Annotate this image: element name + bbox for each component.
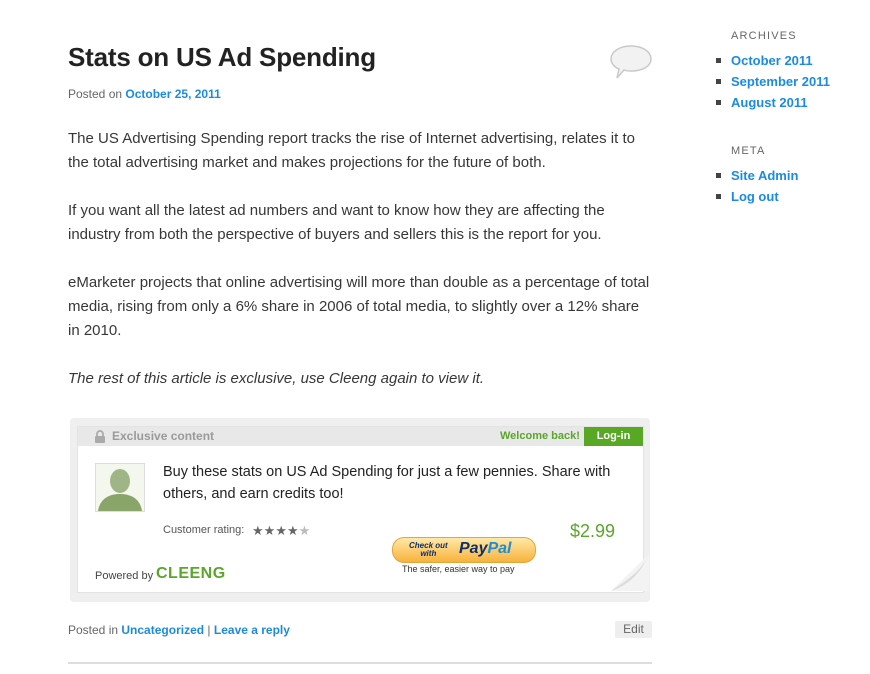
login-button[interactable]: Log-in [584,427,643,446]
archives-title: ARCHIVES [731,30,797,42]
archive-item: August 2011 [715,95,830,116]
meta-title: META [731,145,766,157]
welcome-back-text: Welcome back! [500,430,580,442]
meta-item: Site Admin [715,168,798,189]
edit-button[interactable]: Edit [615,621,652,638]
archive-item: October 2011 [715,53,830,74]
post-paragraph: The US Advertising Spending report track… [68,130,635,171]
exclusive-notice: The rest of this article is exclusive, u… [68,370,485,387]
archive-link-august-2011[interactable]: August 2011 [731,95,808,110]
meta-item: Log out [715,189,798,210]
page-curl-decoration [611,554,649,591]
paypal-logo-pay: Pay [459,540,488,557]
star-rating: ★★★★★ [252,523,310,539]
post-separator [68,662,652,664]
lock-icon [95,430,105,443]
archives-list: October 2011 September 2011 August 2011 [715,53,830,116]
star-icon: ★ [252,523,264,538]
post-paragraph: If you want all the latest ad numbers an… [68,202,605,243]
post-title[interactable]: Stats on US Ad Spending [68,42,376,73]
powered-by-label: Powered by [95,570,154,582]
cleeng-box: Exclusive content Welcome back! Log-in B… [77,426,649,593]
offer-text: Buy these stats on US Ad Spending for ju… [163,464,611,502]
star-empty-icon: ★ [298,523,311,538]
post-footer-meta: Posted in Uncategorized | Leave a reply [68,623,290,637]
speech-bubble-icon[interactable] [609,44,653,80]
log-out-link[interactable]: Log out [731,189,779,204]
star-icon: ★ [286,523,299,538]
post-meta: Posted on October 25, 2011 [68,87,221,101]
footer-divider: | [207,623,211,637]
archive-item: September 2011 [715,74,830,95]
exclusive-content-label: Exclusive content [112,429,215,443]
cleeng-logo[interactable]: CLEENG [156,565,226,583]
paypal-logo-pal: Pal [487,540,512,557]
cleeng-paywall-widget: Exclusive content Welcome back! Log-in B… [68,414,652,602]
star-icon: ★ [275,523,287,538]
paypal-logo: PayPal [459,540,511,558]
star-icon: ★ [263,523,276,538]
paypal-checkout-button[interactable]: Check out with PayPal The safer, easier … [392,537,536,577]
posted-on-label: Posted on [68,87,123,101]
paypal-button-body[interactable]: Check out with PayPal [392,537,536,563]
archive-link-october-2011[interactable]: October 2011 [731,53,813,68]
posted-in-label: Posted in [68,623,119,637]
paypal-checkout-text: Check out with [409,542,448,558]
paypal-with-line: with [420,549,437,558]
post-paragraph: eMarketer projects that online advertisi… [68,274,650,339]
rating-label: Customer rating: [163,524,245,536]
archive-link-september-2011[interactable]: September 2011 [731,74,830,89]
category-link[interactable]: Uncategorized [121,623,204,637]
post-date-link[interactable]: October 25, 2011 [125,87,220,101]
user-silhouette-icon [96,464,144,511]
leave-reply-link[interactable]: Leave a reply [214,623,290,637]
price-label: $2.99 [570,521,616,541]
site-admin-link[interactable]: Site Admin [731,168,798,183]
paypal-tagline: The safer, easier way to pay [402,564,515,574]
meta-list: Site Admin Log out [715,168,798,210]
cleeng-header: Exclusive content Welcome back! Log-in [78,427,643,446]
avatar [95,463,145,512]
